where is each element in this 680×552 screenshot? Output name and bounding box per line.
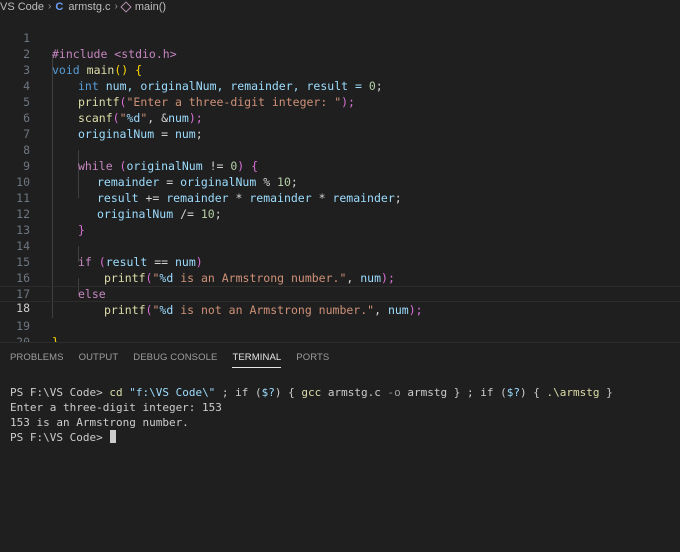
breadcrumb: VS Code › C armstg.c › main() [0, 0, 680, 14]
terminal-output[interactable]: PS F:\VS Code> cd "f:\VS Code\" ; if ($?… [10, 385, 670, 445]
terminal-cursor [110, 430, 117, 443]
terminal-token: ; if ( [215, 386, 262, 399]
chevron-right-icon: › [48, 1, 52, 12]
tab-output[interactable]: OUTPUT [79, 343, 119, 373]
terminal-token: armstg } ; if ( [400, 386, 507, 399]
code-line: 9 remainder = originalNum % 10; [0, 142, 680, 189]
tab-debug-console[interactable]: DEBUG CONSOLE [133, 343, 217, 373]
terminal-line: PS F:\VS Code> cd "f:\VS Code\" ; if ($?… [10, 385, 670, 400]
terminal-token: ) { [274, 386, 302, 399]
code-line: 8 while (originalNum != 0) { [0, 126, 680, 173]
code-line: 4 printf("Enter a three-digit integer: "… [0, 62, 680, 109]
terminal-token: -o [387, 386, 401, 399]
terminal-token: cd [109, 386, 123, 399]
code-line: 3 int num, originalNum, remainder, resul… [0, 46, 680, 93]
code-editor[interactable]: 1 #include <stdio.h> 2 void main() { 3 i… [0, 14, 680, 349]
code-line: 6 originalNum = num; [0, 94, 680, 141]
terminal-token: } [599, 386, 613, 399]
code-line: 20 [0, 318, 680, 349]
code-line: 1 #include <stdio.h> [0, 14, 680, 61]
chevron-right-icon: › [114, 1, 118, 12]
breadcrumb-symbol-label: main() [134, 1, 167, 13]
breadcrumb-folder[interactable]: VS Code [0, 0, 44, 14]
code-line: 15 printf("%d is an Armstrong number.", … [0, 238, 680, 285]
terminal-token: .\armstg [546, 386, 600, 399]
code-line: 10 result += remainder * remainder * rem… [0, 158, 680, 205]
bottom-panel: PROBLEMS OUTPUT DEBUG CONSOLE TERMINAL P… [0, 342, 680, 552]
terminal-line: PS F:\VS Code> [10, 430, 670, 445]
tab-problems[interactable]: PROBLEMS [10, 343, 64, 373]
tab-terminal[interactable]: TERMINAL [232, 343, 281, 373]
code-line: 14 if (result == num) [0, 222, 680, 269]
tab-ports[interactable]: PORTS [296, 343, 329, 373]
terminal-line: 153 is an Armstrong number. [10, 416, 189, 429]
terminal-token: $? [261, 386, 275, 399]
code-line: 16 else [0, 254, 680, 301]
function-symbol-icon [120, 1, 132, 13]
terminal-prompt: PS F:\VS Code> [10, 431, 110, 444]
code-line: 12 } [0, 190, 680, 237]
terminal-line: Enter a three-digit integer: 153 [10, 401, 222, 414]
terminal-token: armstg.c [321, 386, 388, 399]
panel-tabs: PROBLEMS OUTPUT DEBUG CONSOLE TERMINAL P… [0, 343, 680, 373]
code-line: 13 [0, 206, 680, 237]
code-line: 19 } [0, 302, 680, 349]
terminal-token: gcc [301, 386, 322, 399]
breadcrumb-symbol[interactable]: main() [120, 0, 167, 14]
c-file-icon: C [55, 1, 64, 13]
code-line: 5 scanf("%d", &num); [0, 78, 680, 125]
terminal-token: "f:\VS Code\" [122, 386, 216, 399]
code-line: 17 printf("%d is not an Armstrong number… [0, 270, 680, 317]
code-line-active[interactable]: 18 [0, 286, 680, 315]
terminal-token: $? [506, 386, 520, 399]
breadcrumb-file[interactable]: C armstg.c [55, 0, 110, 14]
code-line: 7 [0, 110, 680, 141]
breadcrumb-file-label: armstg.c [68, 1, 111, 13]
terminal-token: ) { [520, 386, 547, 399]
terminal-prompt: PS F:\VS Code> [10, 386, 110, 399]
code-line: 2 void main() { [0, 30, 680, 77]
breadcrumb-folder-label: VS Code [0, 1, 45, 13]
code-line: 11 originalNum /= 10; [0, 174, 680, 221]
